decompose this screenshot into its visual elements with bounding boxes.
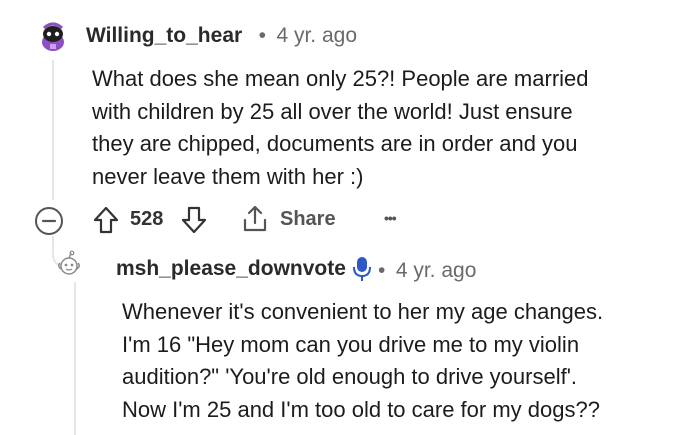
- reply-line: Now I'm 25 and I'm too old to care for m…: [122, 396, 600, 422]
- user-avatar[interactable]: [36, 20, 70, 54]
- share-icon: [243, 205, 267, 232]
- comment-line: What does she mean only 25?! People are …: [92, 66, 589, 91]
- reply-avatar[interactable]: [56, 250, 82, 278]
- upvote-arrow-icon[interactable]: [92, 205, 120, 235]
- share-label: Share: [280, 208, 336, 230]
- meta-separator: •: [258, 24, 266, 47]
- downvote-arrow-icon[interactable]: [180, 205, 208, 235]
- comment-body: What does she mean only 25?! People are …: [92, 63, 692, 193]
- comment-header: Willing_to_hear • 4 yr. ago: [86, 24, 357, 48]
- vote-count: 528: [130, 208, 164, 230]
- collapse-minus-icon[interactable]: [34, 206, 64, 236]
- comment-line: with children by 25 all over the world! …: [92, 98, 573, 124]
- more-options-icon[interactable]: •••: [384, 210, 397, 226]
- reply-line: audition?" 'You're old enough to drive y…: [122, 364, 578, 389]
- meta-separator: •: [378, 259, 386, 282]
- comment-line: they are chipped, documents are in order…: [92, 131, 578, 156]
- reply-line: Whenever it's convenient to her my age c…: [122, 299, 604, 324]
- comment-age: 4 yr. ago: [276, 24, 357, 47]
- reply-age: 4 yr. ago: [395, 259, 477, 282]
- comment-username[interactable]: Willing_to_hear: [86, 24, 242, 47]
- reply-header: msh_please_downvote: [116, 257, 346, 281]
- microphone-badge-icon: [353, 257, 371, 281]
- reply-username[interactable]: msh_please_downvote: [116, 257, 346, 280]
- reply-line: I'm 16 "Hey mom can you drive me to my v…: [122, 331, 580, 357]
- reply-body: Whenever it's convenient to her my age c…: [122, 296, 692, 426]
- thread-line-main[interactable]: [52, 60, 54, 200]
- comment-line: never leave them with her :): [92, 163, 364, 189]
- reply-meta: • 4 yr. ago: [378, 259, 476, 283]
- thread-line-reply[interactable]: [74, 282, 76, 435]
